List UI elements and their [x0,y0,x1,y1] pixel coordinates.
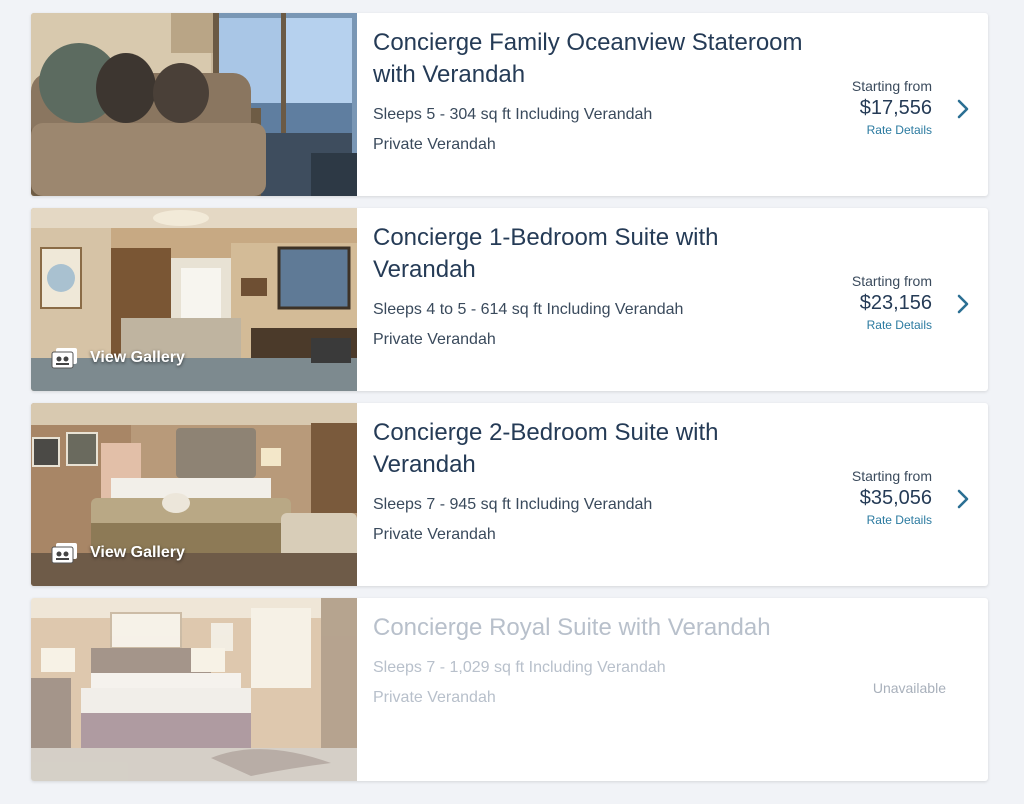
stateroom-card: Concierge Royal Suite with Verandah Slee… [31,598,988,781]
stateroom-info: Concierge Royal Suite with Verandah Slee… [357,598,988,781]
rate-details-link[interactable]: Rate Details [852,512,932,528]
starting-from-label: Starting from [851,78,932,94]
chevron-right-icon[interactable] [956,489,970,509]
starting-from-label: Starting from [851,273,932,289]
stateroom-title[interactable]: Concierge 1-Bedroom Suite with Verandah [373,222,823,286]
stateroom-photo[interactable]: View Gallery [31,208,357,391]
price-value: $23,156 [859,292,932,314]
stateroom-card[interactable]: View Gallery Concierge 2-Bedroom Suite w… [31,403,988,586]
price-box: Starting from $35,056 Rate Details [852,467,932,528]
view-gallery-button[interactable]: View Gallery [51,542,185,564]
price-box: Starting from $23,156 Rate Details [852,272,932,333]
view-gallery-label: View Gallery [90,544,185,561]
chevron-right-icon[interactable] [956,99,970,119]
rate-details-link[interactable]: Rate Details [852,122,932,138]
price-value: $35,056 [859,487,932,509]
stateroom-list: Concierge Family Oceanview Stateroom wit… [31,13,988,793]
starting-from-label: Starting from [851,468,932,484]
stateroom-feature: Private Verandah [373,526,496,543]
stateroom-title: Concierge Royal Suite with Verandah [373,614,771,641]
price-value: $17,556 [859,97,932,119]
photos-icon [51,543,77,564]
stateroom-info: Concierge 1-Bedroom Suite with Verandah … [357,208,988,391]
stateroom-title[interactable]: Concierge 2-Bedroom Suite with Verandah [373,417,823,481]
view-gallery-label: View Gallery [90,349,185,366]
stateroom-feature: Private Verandah [373,331,496,348]
stateroom-details: Sleeps 7 - 1,029 sq ft Including Veranda… [373,659,666,676]
stateroom-feature: Private Verandah [373,136,496,153]
stateroom-photo [31,598,357,781]
stateroom-card[interactable]: Concierge Family Oceanview Stateroom wit… [31,13,988,196]
stateroom-photo[interactable] [31,13,357,196]
stateroom-card[interactable]: View Gallery Concierge 1-Bedroom Suite w… [31,208,988,391]
stateroom-info: Concierge 2-Bedroom Suite with Verandah … [357,403,988,586]
photos-icon [51,348,77,369]
stateroom-photo[interactable]: View Gallery [31,403,357,586]
price-box: Starting from $17,556 Rate Details [852,77,932,138]
stateroom-title[interactable]: Concierge Family Oceanview Stateroom wit… [373,27,823,91]
availability-status: Unavailable [872,680,946,696]
view-gallery-button[interactable]: View Gallery [51,347,185,369]
stateroom-info: Concierge Family Oceanview Stateroom wit… [357,13,988,196]
chevron-right-icon[interactable] [956,294,970,314]
rate-details-link[interactable]: Rate Details [852,317,932,333]
